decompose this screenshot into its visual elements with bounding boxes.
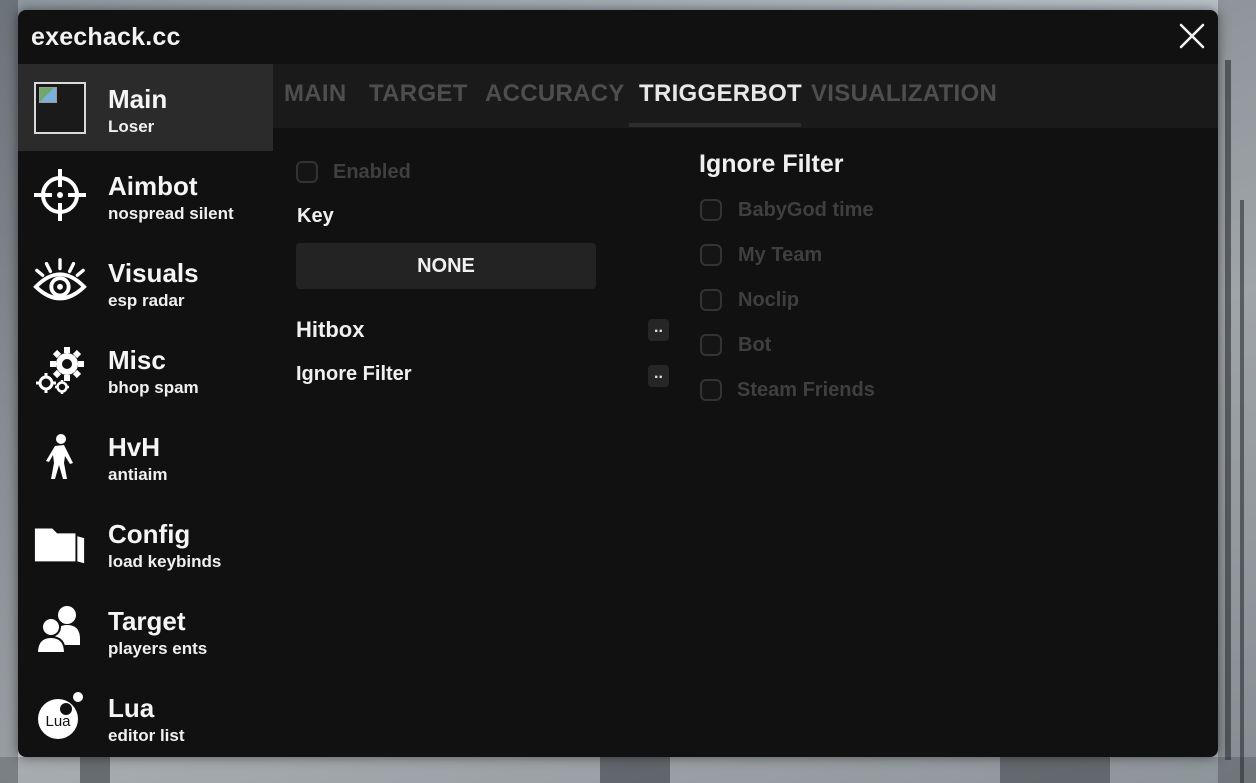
my-team-checkbox[interactable] (700, 244, 722, 266)
keybind-button[interactable]: NONE (296, 243, 596, 289)
babygod-time-label: BabyGod time (738, 199, 874, 221)
tab-target[interactable]: TARGET (369, 80, 468, 108)
gears-icon (33, 342, 87, 396)
sidebar-item-sublabel: Loser (108, 117, 155, 136)
ignore-filter-options-button[interactable]: .. (648, 365, 669, 387)
sidebar-item-label: Visuals (108, 258, 199, 288)
app-title: exechack.cc (31, 23, 181, 51)
sidebar-item-label: HvH (108, 432, 161, 462)
bot-checkbox[interactable] (700, 334, 722, 356)
tab-accuracy[interactable]: ACCURACY (485, 80, 625, 108)
sidebar-item-sublabel: editor list (108, 726, 185, 745)
folder-icon (33, 516, 87, 570)
eye-icon (33, 255, 87, 309)
key-label: Key (297, 205, 334, 227)
cheat-menu-window: exechack.cc Main Loser Aimbot nospread s… (18, 10, 1218, 757)
close-button[interactable] (1176, 20, 1208, 52)
tab-visualization[interactable]: VISUALIZATION (811, 80, 997, 108)
sidebar-item-label: Target (108, 606, 186, 636)
svg-text:Lua: Lua (45, 713, 71, 730)
users-icon (33, 603, 87, 657)
avatar-icon (33, 81, 87, 135)
sidebar-item-lua[interactable]: Lua Lua editor list (18, 673, 273, 757)
my-team-label: My Team (738, 244, 823, 266)
soldier-icon (33, 429, 87, 483)
triggerbot-panel: Enabled Key NONE Hitbox .. Ignore Filter… (273, 128, 1218, 757)
ignore-filter-label: Ignore Filter (296, 363, 412, 385)
hitbox-label: Hitbox (296, 317, 365, 342)
ignore-filter-title: Ignore Filter (699, 150, 844, 178)
close-icon (1179, 23, 1205, 49)
sidebar-item-target[interactable]: Target players ents (18, 586, 273, 673)
crosshair-icon (33, 168, 87, 222)
sidebar-item-config[interactable]: Config load keybinds (18, 499, 273, 586)
enabled-label: Enabled (333, 161, 411, 183)
sidebar-item-sublabel: antiaim (108, 465, 168, 484)
sidebar-item-sublabel: esp radar (108, 291, 185, 310)
sidebar-item-visuals[interactable]: Visuals esp radar (18, 238, 273, 325)
sidebar-item-hvh[interactable]: HvH antiaim (18, 412, 273, 499)
sidebar-item-label: Lua (108, 693, 155, 723)
sidebar-item-misc[interactable]: Misc bhop spam (18, 325, 273, 412)
steam-friends-checkbox[interactable] (700, 379, 722, 401)
sidebar-item-aimbot[interactable]: Aimbot nospread silent (18, 151, 273, 238)
sidebar-item-sublabel: bhop spam (108, 378, 199, 397)
bot-label: Bot (738, 334, 772, 356)
hitbox-options-button[interactable]: .. (648, 319, 669, 341)
sidebar-item-label: Aimbot (108, 171, 198, 201)
tab-main[interactable]: MAIN (284, 80, 347, 108)
avatar (34, 82, 86, 134)
babygod-time-checkbox[interactable] (700, 199, 722, 221)
lua-icon: Lua (33, 690, 87, 744)
sidebar-item-label: Config (108, 519, 191, 549)
enabled-checkbox[interactable] (296, 161, 318, 183)
sidebar: Main Loser Aimbot nospread silent Visual… (18, 64, 273, 757)
tab-bar: MAIN TARGET ACCURACY TRIGGERBOT VISUALIZ… (273, 64, 1218, 128)
sidebar-item-main[interactable]: Main Loser (18, 64, 273, 151)
title-bar[interactable]: exechack.cc (18, 10, 1218, 64)
sidebar-item-sublabel: nospread silent (108, 204, 234, 223)
steam-friends-label: Steam Friends (737, 379, 875, 401)
noclip-label: Noclip (738, 289, 800, 311)
sidebar-item-label: Misc (108, 345, 166, 375)
noclip-checkbox[interactable] (700, 289, 722, 311)
sidebar-item-sublabel: players ents (108, 639, 208, 658)
sidebar-item-sublabel: load keybinds (108, 552, 222, 571)
sidebar-item-label: Main (108, 84, 168, 114)
active-tab-indicator (629, 123, 801, 127)
tab-triggerbot[interactable]: TRIGGERBOT (639, 80, 802, 108)
